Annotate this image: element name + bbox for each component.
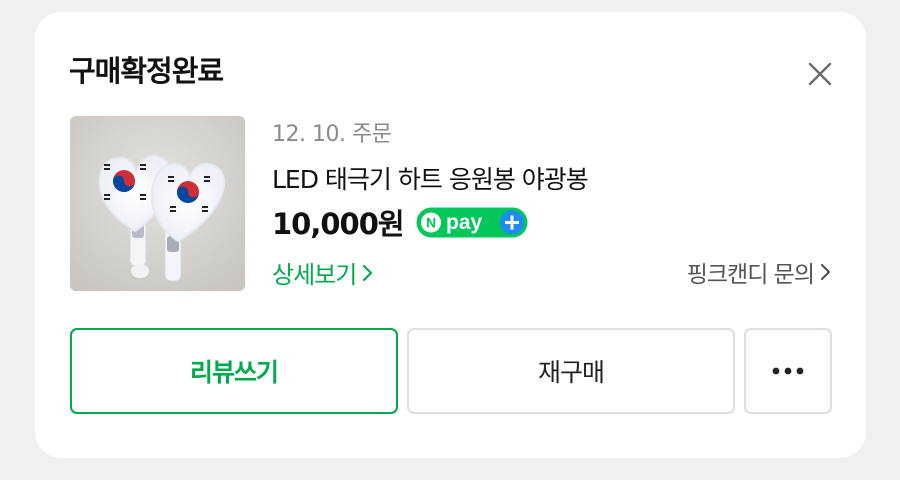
more-options-button[interactable]: [744, 328, 832, 414]
close-button[interactable]: [803, 57, 837, 91]
npay-label: pay: [446, 211, 483, 234]
seller-inquiry-link[interactable]: 핑크캔디 문의: [687, 255, 832, 289]
product-image: [70, 116, 245, 291]
close-icon[interactable]: [803, 57, 837, 91]
detail-link-label: 상세보기: [272, 261, 357, 289]
write-review-button[interactable]: 리뷰쓰기: [70, 328, 398, 414]
product-thumbnail[interactable]: [70, 116, 245, 291]
npay-badge: N pay: [416, 207, 528, 238]
svg-text:N: N: [426, 214, 436, 230]
chevron-right-icon: [820, 263, 831, 281]
chevron-right-icon: [363, 264, 373, 281]
card-title: 구매확정완료: [69, 54, 224, 88]
repurchase-button[interactable]: 재구매: [407, 328, 735, 414]
purchase-confirmed-card: 구매확정완료 12. 10. 주문 LED 태극기 하트 응원봉 야광봉 10,…: [35, 12, 866, 458]
price-row: 10,000원 N pay: [272, 202, 528, 242]
seller-inquiry-label: 핑크캔디 문의: [686, 262, 815, 288]
detail-link[interactable]: 상세보기: [272, 255, 374, 290]
npay-plus-icon: N pay: [416, 207, 528, 237]
product-price: 10,000원: [272, 207, 405, 241]
more-dots-icon: [772, 367, 804, 375]
order-date: 12. 10. 주문: [272, 122, 392, 147]
product-name[interactable]: LED 태극기 하트 응원봉 야광봉: [272, 160, 589, 196]
